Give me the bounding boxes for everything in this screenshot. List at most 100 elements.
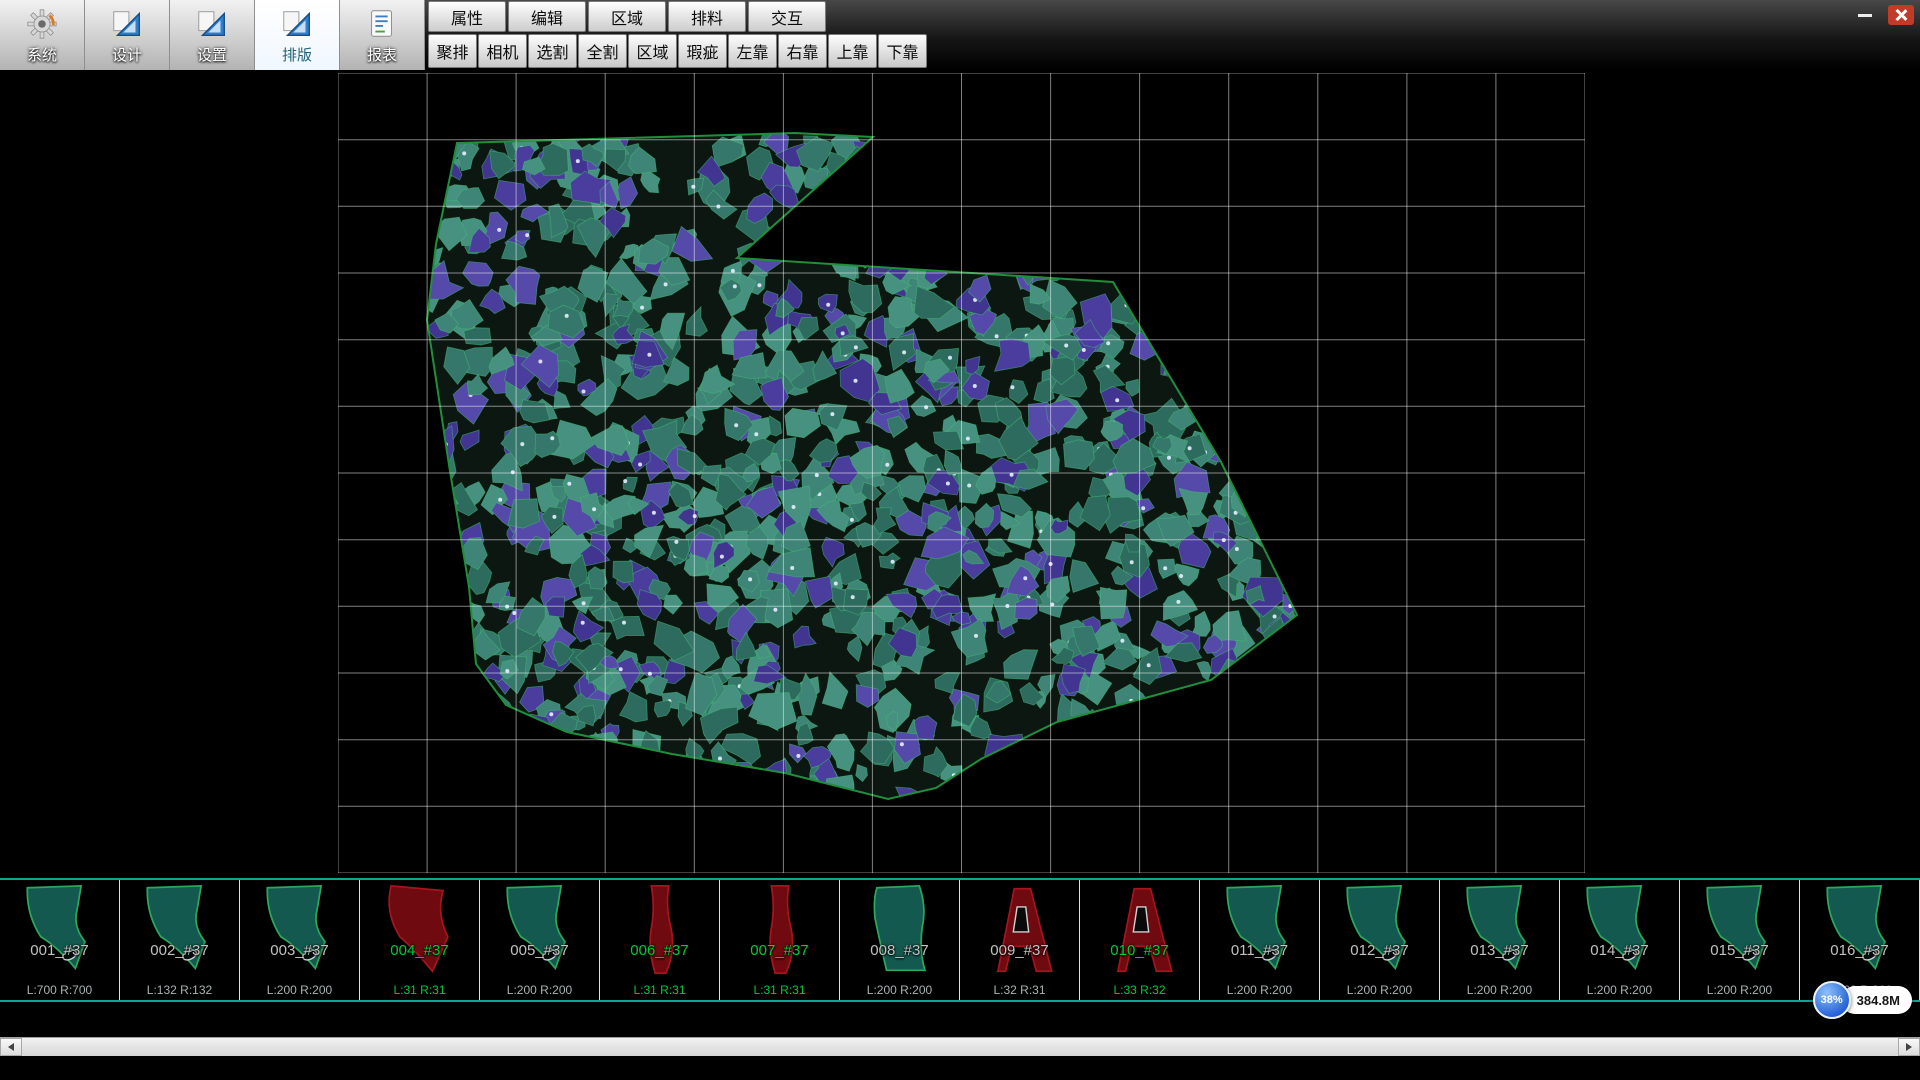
- tool-button[interactable]: 相机: [478, 34, 527, 68]
- piece-shape: [1440, 880, 1559, 1000]
- piece-id-label: 016_#37: [1800, 942, 1919, 959]
- piece-shape: [840, 880, 959, 1000]
- piece-thumbnail[interactable]: 007_#37 L:31 R:31: [720, 880, 840, 1000]
- piece-thumbnail[interactable]: 003_#37 L:200 R:200: [240, 880, 360, 1000]
- tool-button[interactable]: 选割: [528, 34, 577, 68]
- minimize-button[interactable]: [1850, 5, 1880, 25]
- piece-thumbnail[interactable]: 011_#37 L:200 R:200: [1200, 880, 1320, 1000]
- piece-thumbnail[interactable]: 010_#37 L:33 R:32: [1080, 880, 1200, 1000]
- piece-size-label: L:33 R:32: [1080, 983, 1199, 997]
- piece-size-label: L:200 R:200: [1680, 983, 1799, 997]
- progress-circle: 38%: [1813, 981, 1851, 1019]
- piece-shape: [480, 880, 599, 1000]
- close-button[interactable]: [1888, 5, 1914, 25]
- tool-button[interactable]: 全割: [578, 34, 627, 68]
- piece-shape: [360, 880, 479, 1000]
- left-arrow-icon: [8, 1043, 14, 1051]
- piece-id-label: 004_#37: [360, 942, 479, 959]
- piece-size-label: L:31 R:31: [360, 983, 479, 997]
- piece-id-label: 002_#37: [120, 942, 239, 959]
- app-button-label: 设计: [112, 44, 142, 65]
- piece-shape: [720, 880, 839, 1000]
- piece-id-label: 013_#37: [1440, 942, 1559, 959]
- piece-id-label: 008_#37: [840, 942, 959, 959]
- horizontal-scrollbar[interactable]: [0, 1037, 1920, 1056]
- piece-thumbnail[interactable]: 008_#37 L:200 R:200: [840, 880, 960, 1000]
- piece-thumbnail[interactable]: 004_#37 L:31 R:31: [360, 880, 480, 1000]
- memory-label: 384.8M: [1841, 986, 1912, 1014]
- piece-id-label: 015_#37: [1680, 942, 1799, 959]
- tool-button[interactable]: 上靠: [828, 34, 877, 68]
- piece-shape: [1680, 880, 1799, 1000]
- app-window: 系统 设计 设置 排版 报表 属性编辑区域排料交互 聚排相机选割全割区域瑕疵左靠…: [0, 0, 1920, 1080]
- piece-thumbnail[interactable]: 014_#37 L:200 R:200: [1560, 880, 1680, 1000]
- piece-size-label: L:200 R:200: [1440, 983, 1559, 997]
- menu-tab[interactable]: 排料: [668, 1, 746, 32]
- scroll-right-button[interactable]: [1898, 1038, 1920, 1056]
- right-arrow-icon: [1906, 1043, 1912, 1051]
- piece-shape: [0, 880, 119, 1000]
- close-icon: [1894, 8, 1908, 22]
- piece-thumbnail-strip: 001_#37 L:700 R:700 002_#37 L:132 R:132 …: [0, 878, 1920, 1002]
- piece-shape: [960, 880, 1079, 1000]
- tool-button[interactable]: 区域: [628, 34, 677, 68]
- piece-thumbnail[interactable]: 012_#37 L:200 R:200: [1320, 880, 1440, 1000]
- piece-shape: [1560, 880, 1679, 1000]
- tool-button[interactable]: 聚排: [428, 34, 477, 68]
- piece-size-label: L:132 R:132: [120, 983, 239, 997]
- piece-thumbnail[interactable]: 001_#37 L:700 R:700: [0, 880, 120, 1000]
- minimize-icon: [1858, 14, 1872, 17]
- piece-thumbnail[interactable]: 015_#37 L:200 R:200: [1680, 880, 1800, 1000]
- piece-id-label: 006_#37: [600, 942, 719, 959]
- piece-shape: [120, 880, 239, 1000]
- gear-icon: [25, 5, 59, 43]
- piece-thumbnail[interactable]: 013_#37 L:200 R:200: [1440, 880, 1560, 1000]
- scroll-left-button[interactable]: [0, 1038, 22, 1056]
- piece-id-label: 011_#37: [1200, 942, 1319, 959]
- menu-tab-row: 属性编辑区域排料交互: [428, 1, 828, 33]
- progress-percent: 38%: [1821, 994, 1843, 1006]
- piece-size-label: L:200 R:200: [1320, 983, 1439, 997]
- tool-button[interactable]: 右靠: [778, 34, 827, 68]
- app-toolbar: 系统 设计 设置 排版 报表: [0, 0, 425, 70]
- app-button[interactable]: 设计: [85, 0, 170, 70]
- tool-button-row: 聚排相机选割全割区域瑕疵左靠右靠上靠下靠: [428, 34, 928, 69]
- piece-size-label: L:31 R:31: [600, 983, 719, 997]
- app-button-label: 设置: [197, 44, 227, 65]
- piece-id-label: 005_#37: [480, 942, 599, 959]
- tool-button[interactable]: 下靠: [878, 34, 927, 68]
- app-button[interactable]: 设置: [170, 0, 255, 70]
- app-button[interactable]: 系统: [0, 0, 85, 70]
- piece-id-label: 014_#37: [1560, 942, 1679, 959]
- triangle-ruler-icon: [280, 5, 314, 43]
- menu-tab[interactable]: 编辑: [508, 1, 586, 32]
- piece-thumbnail[interactable]: 005_#37 L:200 R:200: [480, 880, 600, 1000]
- app-button-label: 系统: [27, 44, 57, 65]
- piece-size-label: L:700 R:700: [0, 983, 119, 997]
- menu-tab[interactable]: 区域: [588, 1, 666, 32]
- menu-tab[interactable]: 交互: [748, 1, 826, 32]
- menu-tab[interactable]: 属性: [428, 1, 506, 32]
- tool-button[interactable]: 左靠: [728, 34, 777, 68]
- scroll-track[interactable]: [22, 1038, 1898, 1056]
- piece-shape: [1200, 880, 1319, 1000]
- piece-size-label: L:200 R:200: [1200, 983, 1319, 997]
- piece-thumbnail[interactable]: 006_#37 L:31 R:31: [600, 880, 720, 1000]
- triangle-ruler-icon: [110, 5, 144, 43]
- piece-size-label: L:31 R:31: [720, 983, 839, 997]
- piece-thumbnail[interactable]: 009_#37 L:32 R:31: [960, 880, 1080, 1000]
- memory-status-badge: 38% 384.8M: [1813, 981, 1912, 1019]
- piece-id-label: 009_#37: [960, 942, 1079, 959]
- piece-id-label: 012_#37: [1320, 942, 1439, 959]
- app-button[interactable]: 排版: [255, 0, 340, 70]
- report-icon: [365, 5, 399, 43]
- window-controls: [1850, 5, 1914, 25]
- nesting-canvas-svg: [338, 73, 1585, 873]
- piece-id-label: 007_#37: [720, 942, 839, 959]
- piece-shape: [600, 880, 719, 1000]
- tool-button[interactable]: 瑕疵: [678, 34, 727, 68]
- app-button[interactable]: 报表: [340, 0, 425, 70]
- piece-thumbnail[interactable]: 002_#37 L:132 R:132: [120, 880, 240, 1000]
- piece-size-label: L:200 R:200: [240, 983, 359, 997]
- nesting-canvas[interactable]: [338, 73, 1585, 873]
